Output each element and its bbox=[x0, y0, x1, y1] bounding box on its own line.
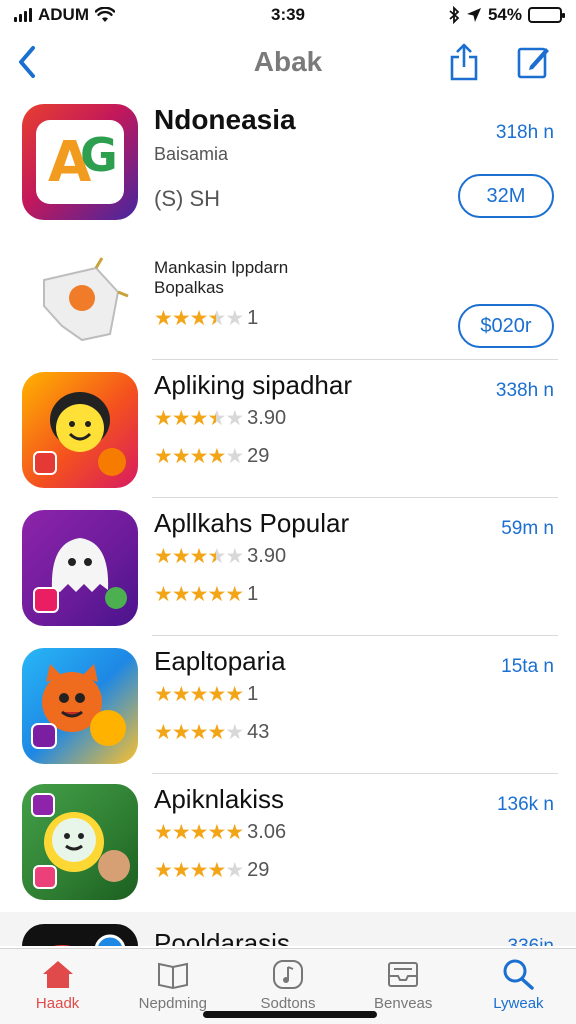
app-name: Apllkahs Popular bbox=[154, 508, 350, 538]
home-icon bbox=[40, 957, 76, 991]
rating-count: 1 bbox=[247, 683, 259, 705]
tab-search[interactable]: Lyweak bbox=[461, 949, 576, 1024]
wifi-icon bbox=[95, 7, 115, 22]
app-icon bbox=[22, 784, 138, 900]
star-rating-icon: ★★★★★ bbox=[154, 859, 244, 882]
share-icon bbox=[450, 43, 478, 81]
rating-count: 43 bbox=[247, 721, 270, 743]
app-icon: A G bbox=[22, 104, 138, 220]
page-title: Abak bbox=[253, 46, 323, 77]
search-icon bbox=[500, 957, 536, 991]
star-rating-icon: ★★★★★ bbox=[154, 307, 244, 330]
rating-value: 3.90 bbox=[247, 545, 287, 567]
compose-icon bbox=[517, 47, 549, 79]
app-row[interactable]: Pooldarasis 336in bbox=[0, 912, 576, 946]
rating-count: 29 bbox=[247, 445, 270, 467]
star-rating-icon: ★★★★★ bbox=[154, 821, 244, 844]
inbox-icon bbox=[385, 957, 421, 991]
app-icon bbox=[22, 510, 138, 626]
tab-label: Haadk bbox=[35, 995, 80, 1012]
carrier-name: ADUM bbox=[38, 5, 89, 24]
app-size: 336in bbox=[508, 936, 555, 946]
tab-home[interactable]: Haadk bbox=[0, 949, 115, 1024]
app-price-note: (S) SH bbox=[154, 186, 220, 211]
rating-count: 1 bbox=[247, 307, 259, 329]
app-size: 338h n bbox=[495, 380, 554, 401]
music-icon bbox=[270, 957, 306, 991]
app-rating: ★★★★★ 1 bbox=[154, 582, 258, 607]
app-size: 15ta n bbox=[501, 656, 554, 677]
tab-label: Nepdming bbox=[138, 995, 207, 1012]
app-list: A G Ndoneasia Baisamia (S) SH 318h n 32M… bbox=[0, 96, 576, 946]
location-icon bbox=[466, 8, 481, 22]
app-row[interactable]: Apllkahs Popular ★★★★★ 3.90 ★★★★★ 1 59m … bbox=[0, 498, 576, 636]
app-rating: ★★★★★ 29 bbox=[154, 444, 269, 469]
get-button[interactable]: 32M bbox=[458, 174, 554, 218]
nav-bar: Abak bbox=[0, 34, 576, 90]
app-rating: ★★★★★ 3.90 bbox=[154, 406, 286, 431]
star-rating-icon: ★★★★★ bbox=[154, 683, 244, 706]
app-name: Apliking sipadhar bbox=[154, 370, 353, 400]
app-rating: ★★★★★ 43 bbox=[154, 720, 269, 745]
tab-label: Sodtons bbox=[260, 995, 316, 1012]
star-rating-icon: ★★★★★ bbox=[154, 407, 244, 430]
status-left: ADUM bbox=[14, 5, 214, 25]
share-button[interactable] bbox=[446, 40, 482, 84]
star-rating-icon: ★★★★★ bbox=[154, 583, 244, 606]
status-right: 54% bbox=[362, 5, 565, 25]
app-icon bbox=[22, 246, 138, 362]
app-name: Apiknlakiss bbox=[154, 784, 285, 814]
app-name: Pooldarasis bbox=[154, 928, 290, 946]
app-size: 59m n bbox=[501, 518, 554, 539]
app-rating: ★★★★★ 1 bbox=[154, 306, 258, 331]
app-row[interactable]: Apiknlakiss ★★★★★ 3.06 ★★★★★ 29 136k n bbox=[0, 774, 576, 912]
app-rating: ★★★★★ 29 bbox=[154, 858, 269, 883]
app-name: Eapltoparia bbox=[154, 646, 286, 676]
rating-value: 3.90 bbox=[247, 407, 287, 429]
battery-icon bbox=[528, 7, 565, 23]
bluetooth-icon bbox=[449, 6, 460, 24]
rating-count: 29 bbox=[247, 859, 270, 881]
app-size: 318h n bbox=[495, 122, 554, 143]
app-subtitle: Bopalkas bbox=[154, 278, 224, 297]
app-row[interactable]: Mankasin lppdarn Bopalkas ★★★★★ 1 $020r bbox=[0, 236, 576, 362]
status-bar: ADUM 3:39 54% bbox=[0, 0, 576, 30]
battery-percent: 54% bbox=[487, 5, 522, 24]
price-button[interactable]: $020r bbox=[458, 304, 554, 348]
app-row[interactable]: Apliking sipadhar ★★★★★ 3.90 ★★★★★ 29 33… bbox=[0, 360, 576, 498]
chevron-left-icon bbox=[19, 46, 35, 78]
app-rating: ★★★★★ 3.06 bbox=[154, 820, 286, 845]
app-name: Mankasin lppdarn bbox=[154, 258, 289, 277]
star-rating-icon: ★★★★★ bbox=[154, 721, 244, 744]
tab-label: Benveas bbox=[374, 995, 433, 1012]
app-subtitle: Baisamia bbox=[154, 144, 229, 164]
rating-count: 1 bbox=[247, 583, 259, 605]
app-name: Ndoneasia bbox=[154, 104, 296, 135]
status-time: 3:39 bbox=[270, 5, 306, 24]
app-row[interactable]: Eapltoparia ★★★★★ 1 ★★★★★ 43 15ta n bbox=[0, 636, 576, 774]
compose-button[interactable] bbox=[514, 40, 554, 84]
app-icon bbox=[22, 648, 138, 764]
app-rating: ★★★★★ 3.90 bbox=[154, 544, 286, 569]
app-row[interactable]: A G Ndoneasia Baisamia (S) SH 318h n 32M bbox=[0, 96, 576, 236]
app-icon bbox=[22, 924, 138, 946]
book-icon bbox=[155, 957, 191, 991]
star-rating-icon: ★★★★★ bbox=[154, 445, 244, 468]
home-indicator bbox=[203, 1011, 377, 1018]
app-rating: ★★★★★ 1 bbox=[154, 682, 258, 707]
app-size: 136k n bbox=[496, 794, 554, 815]
star-rating-icon: ★★★★★ bbox=[154, 545, 244, 568]
back-button[interactable] bbox=[12, 40, 42, 84]
signal-icon bbox=[14, 8, 32, 22]
tab-label: Lyweak bbox=[493, 995, 544, 1012]
rating-value: 3.06 bbox=[247, 821, 287, 843]
app-icon bbox=[22, 372, 138, 488]
